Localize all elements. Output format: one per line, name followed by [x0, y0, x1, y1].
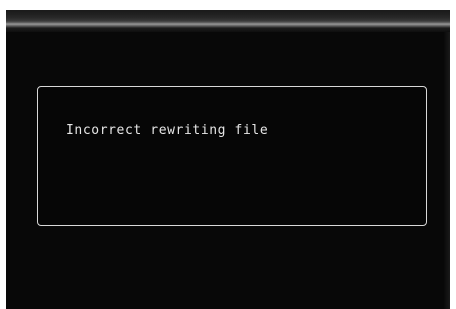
right-bezel-edge	[444, 32, 450, 309]
error-message: Incorrect rewriting file	[66, 123, 269, 138]
top-bezel-band	[6, 10, 450, 32]
error-dialog: Incorrect rewriting file	[37, 86, 427, 226]
display-screen: Incorrect rewriting file	[6, 10, 450, 309]
